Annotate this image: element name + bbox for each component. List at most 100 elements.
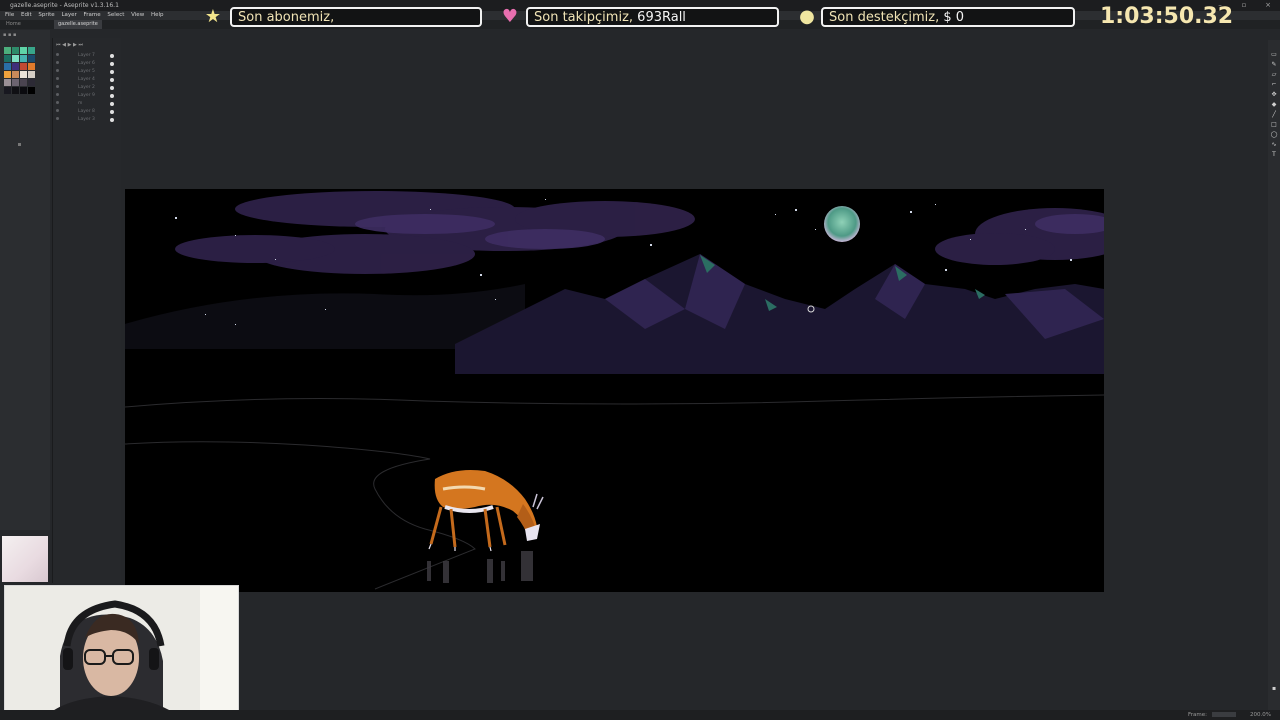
eye-icon[interactable] <box>56 53 59 56</box>
layer-row[interactable]: Layer 6 <box>54 60 118 67</box>
palette-swatch[interactable] <box>4 47 11 54</box>
palette-swatch[interactable] <box>12 79 19 86</box>
frame-input[interactable] <box>1212 712 1236 717</box>
eraser-tool-icon[interactable]: ▱ <box>1270 72 1278 78</box>
palette-swatch[interactable] <box>20 47 27 54</box>
prev-frame-icon[interactable]: ◀ <box>62 42 66 48</box>
layer-name: Layer 9 <box>78 93 95 98</box>
cel-dot-icon[interactable] <box>110 78 114 82</box>
tab-home[interactable]: Home <box>6 20 21 29</box>
donation-label: Son destekçimiz, <box>829 10 940 25</box>
eye-icon[interactable] <box>56 109 59 112</box>
eye-icon[interactable] <box>56 117 59 120</box>
follower-bar: Son takipçimiz, 693Rall <box>526 7 779 27</box>
palette-swatch[interactable] <box>28 71 35 78</box>
marquee-tool-icon[interactable]: ▭ <box>1270 52 1278 58</box>
move-tool-icon[interactable]: ✥ <box>1270 92 1278 98</box>
cel-dot-icon[interactable] <box>110 70 114 74</box>
gazelle-artwork <box>125 191 1104 590</box>
palette-swatch[interactable] <box>20 87 27 94</box>
heart-icon: ♥ <box>501 6 519 27</box>
layer-row[interactable]: m <box>54 100 118 107</box>
layer-row[interactable]: Layer 5 <box>54 68 118 75</box>
menu-layer[interactable]: Layer <box>61 11 76 20</box>
layer-row[interactable]: Layer 2 <box>54 84 118 91</box>
layer-row[interactable]: Layer 7 <box>54 52 118 59</box>
maximize-button[interactable]: ▫ <box>1238 0 1250 11</box>
cel-dot-icon[interactable] <box>110 110 114 114</box>
rectangle-tool-icon[interactable]: □ <box>1270 122 1278 128</box>
menu-view[interactable]: View <box>131 11 144 20</box>
text-tool-icon[interactable]: T <box>1270 152 1278 158</box>
palette-swatch[interactable] <box>28 79 35 86</box>
pencil-tool-icon[interactable]: ✎ <box>1270 62 1278 68</box>
menu-help[interactable]: Help <box>151 11 164 20</box>
palette-swatch[interactable] <box>12 71 19 78</box>
eye-icon[interactable] <box>56 77 59 80</box>
palette-swatch[interactable] <box>4 87 11 94</box>
layer-name: Layer 6 <box>78 61 95 66</box>
layer-row[interactable]: Layer 8 <box>54 108 118 115</box>
last-frame-icon[interactable]: ⏭ <box>78 42 83 48</box>
eye-icon[interactable] <box>56 93 59 96</box>
cel-dot-icon[interactable] <box>110 54 114 58</box>
menu-file[interactable]: File <box>5 11 14 20</box>
tool-bar: ▭ ✎ ▱ ⌐ ✥ ◆ ╱ □ ◯ ∿ T ▪ <box>1268 40 1280 710</box>
layer-name: Layer 8 <box>78 109 95 114</box>
palette-swatch[interactable] <box>28 63 35 70</box>
layer-row[interactable]: Layer 4 <box>54 76 118 83</box>
eyedropper-tool-icon[interactable]: ⌐ <box>1270 82 1278 88</box>
palette-swatch[interactable] <box>4 63 11 70</box>
subscriber-bar: Son abonemiz, <box>230 7 482 27</box>
gazelle-reflection <box>427 551 533 583</box>
palette-swatch[interactable] <box>28 87 35 94</box>
palette-swatch[interactable] <box>20 55 27 62</box>
palette-swatch[interactable] <box>28 55 35 62</box>
streamer-video <box>5 586 238 717</box>
contour-tool-icon[interactable]: ◯ <box>1270 132 1278 138</box>
menu-frame[interactable]: Frame <box>84 11 101 20</box>
close-button[interactable]: × <box>1262 0 1274 11</box>
sprite-canvas[interactable] <box>125 189 1104 592</box>
layer-row[interactable]: Layer 3 <box>54 116 118 123</box>
palette-menu-icon[interactable]: ▪ ▪ ▪ <box>3 32 16 38</box>
layer-row[interactable]: Layer 9 <box>54 92 118 99</box>
palette-swatch[interactable] <box>20 79 27 86</box>
next-frame-icon[interactable]: ▶ <box>73 42 77 48</box>
star-icon: ★ <box>204 6 222 27</box>
eye-icon[interactable] <box>56 69 59 72</box>
palette-index-marker <box>18 143 21 146</box>
first-frame-icon[interactable]: ⏮ <box>56 42 61 48</box>
line-tool-icon[interactable]: ╱ <box>1270 112 1278 118</box>
eye-icon[interactable] <box>56 101 59 104</box>
cel-dot-icon[interactable] <box>110 118 114 122</box>
palette-swatch[interactable] <box>20 71 27 78</box>
palette-swatch[interactable] <box>4 55 11 62</box>
palette-swatch[interactable] <box>20 63 27 70</box>
donation-value: $ 0 <box>943 10 965 25</box>
layer-name: Layer 7 <box>78 53 95 58</box>
palette-swatch[interactable] <box>28 47 35 54</box>
eye-icon[interactable] <box>56 61 59 64</box>
eye-icon[interactable] <box>56 85 59 88</box>
play-icon[interactable]: ▶ <box>68 42 72 48</box>
palette-swatch[interactable] <box>12 87 19 94</box>
menu-edit[interactable]: Edit <box>21 11 32 20</box>
cel-dot-icon[interactable] <box>110 94 114 98</box>
palette-swatch[interactable] <box>4 71 11 78</box>
moon <box>824 206 860 242</box>
palette-swatch[interactable] <box>12 55 19 62</box>
palette-swatch[interactable] <box>4 79 11 86</box>
fill-tool-icon[interactable]: ◆ <box>1270 102 1278 108</box>
palette-swatch[interactable] <box>12 63 19 70</box>
menu-select[interactable]: Select <box>107 11 124 20</box>
menu-sprite[interactable]: Sprite <box>38 11 54 20</box>
color-picker[interactable] <box>2 536 48 582</box>
cel-dot-icon[interactable] <box>110 102 114 106</box>
tab-gazelle-file[interactable]: gazelle.aseprite <box>54 20 102 29</box>
cel-dot-icon[interactable] <box>110 86 114 90</box>
blur-tool-icon[interactable]: ∿ <box>1270 142 1278 148</box>
cel-dot-icon[interactable] <box>110 62 114 66</box>
palette-swatch[interactable] <box>12 47 19 54</box>
slice-tool-icon[interactable]: ▪ <box>1270 686 1278 692</box>
